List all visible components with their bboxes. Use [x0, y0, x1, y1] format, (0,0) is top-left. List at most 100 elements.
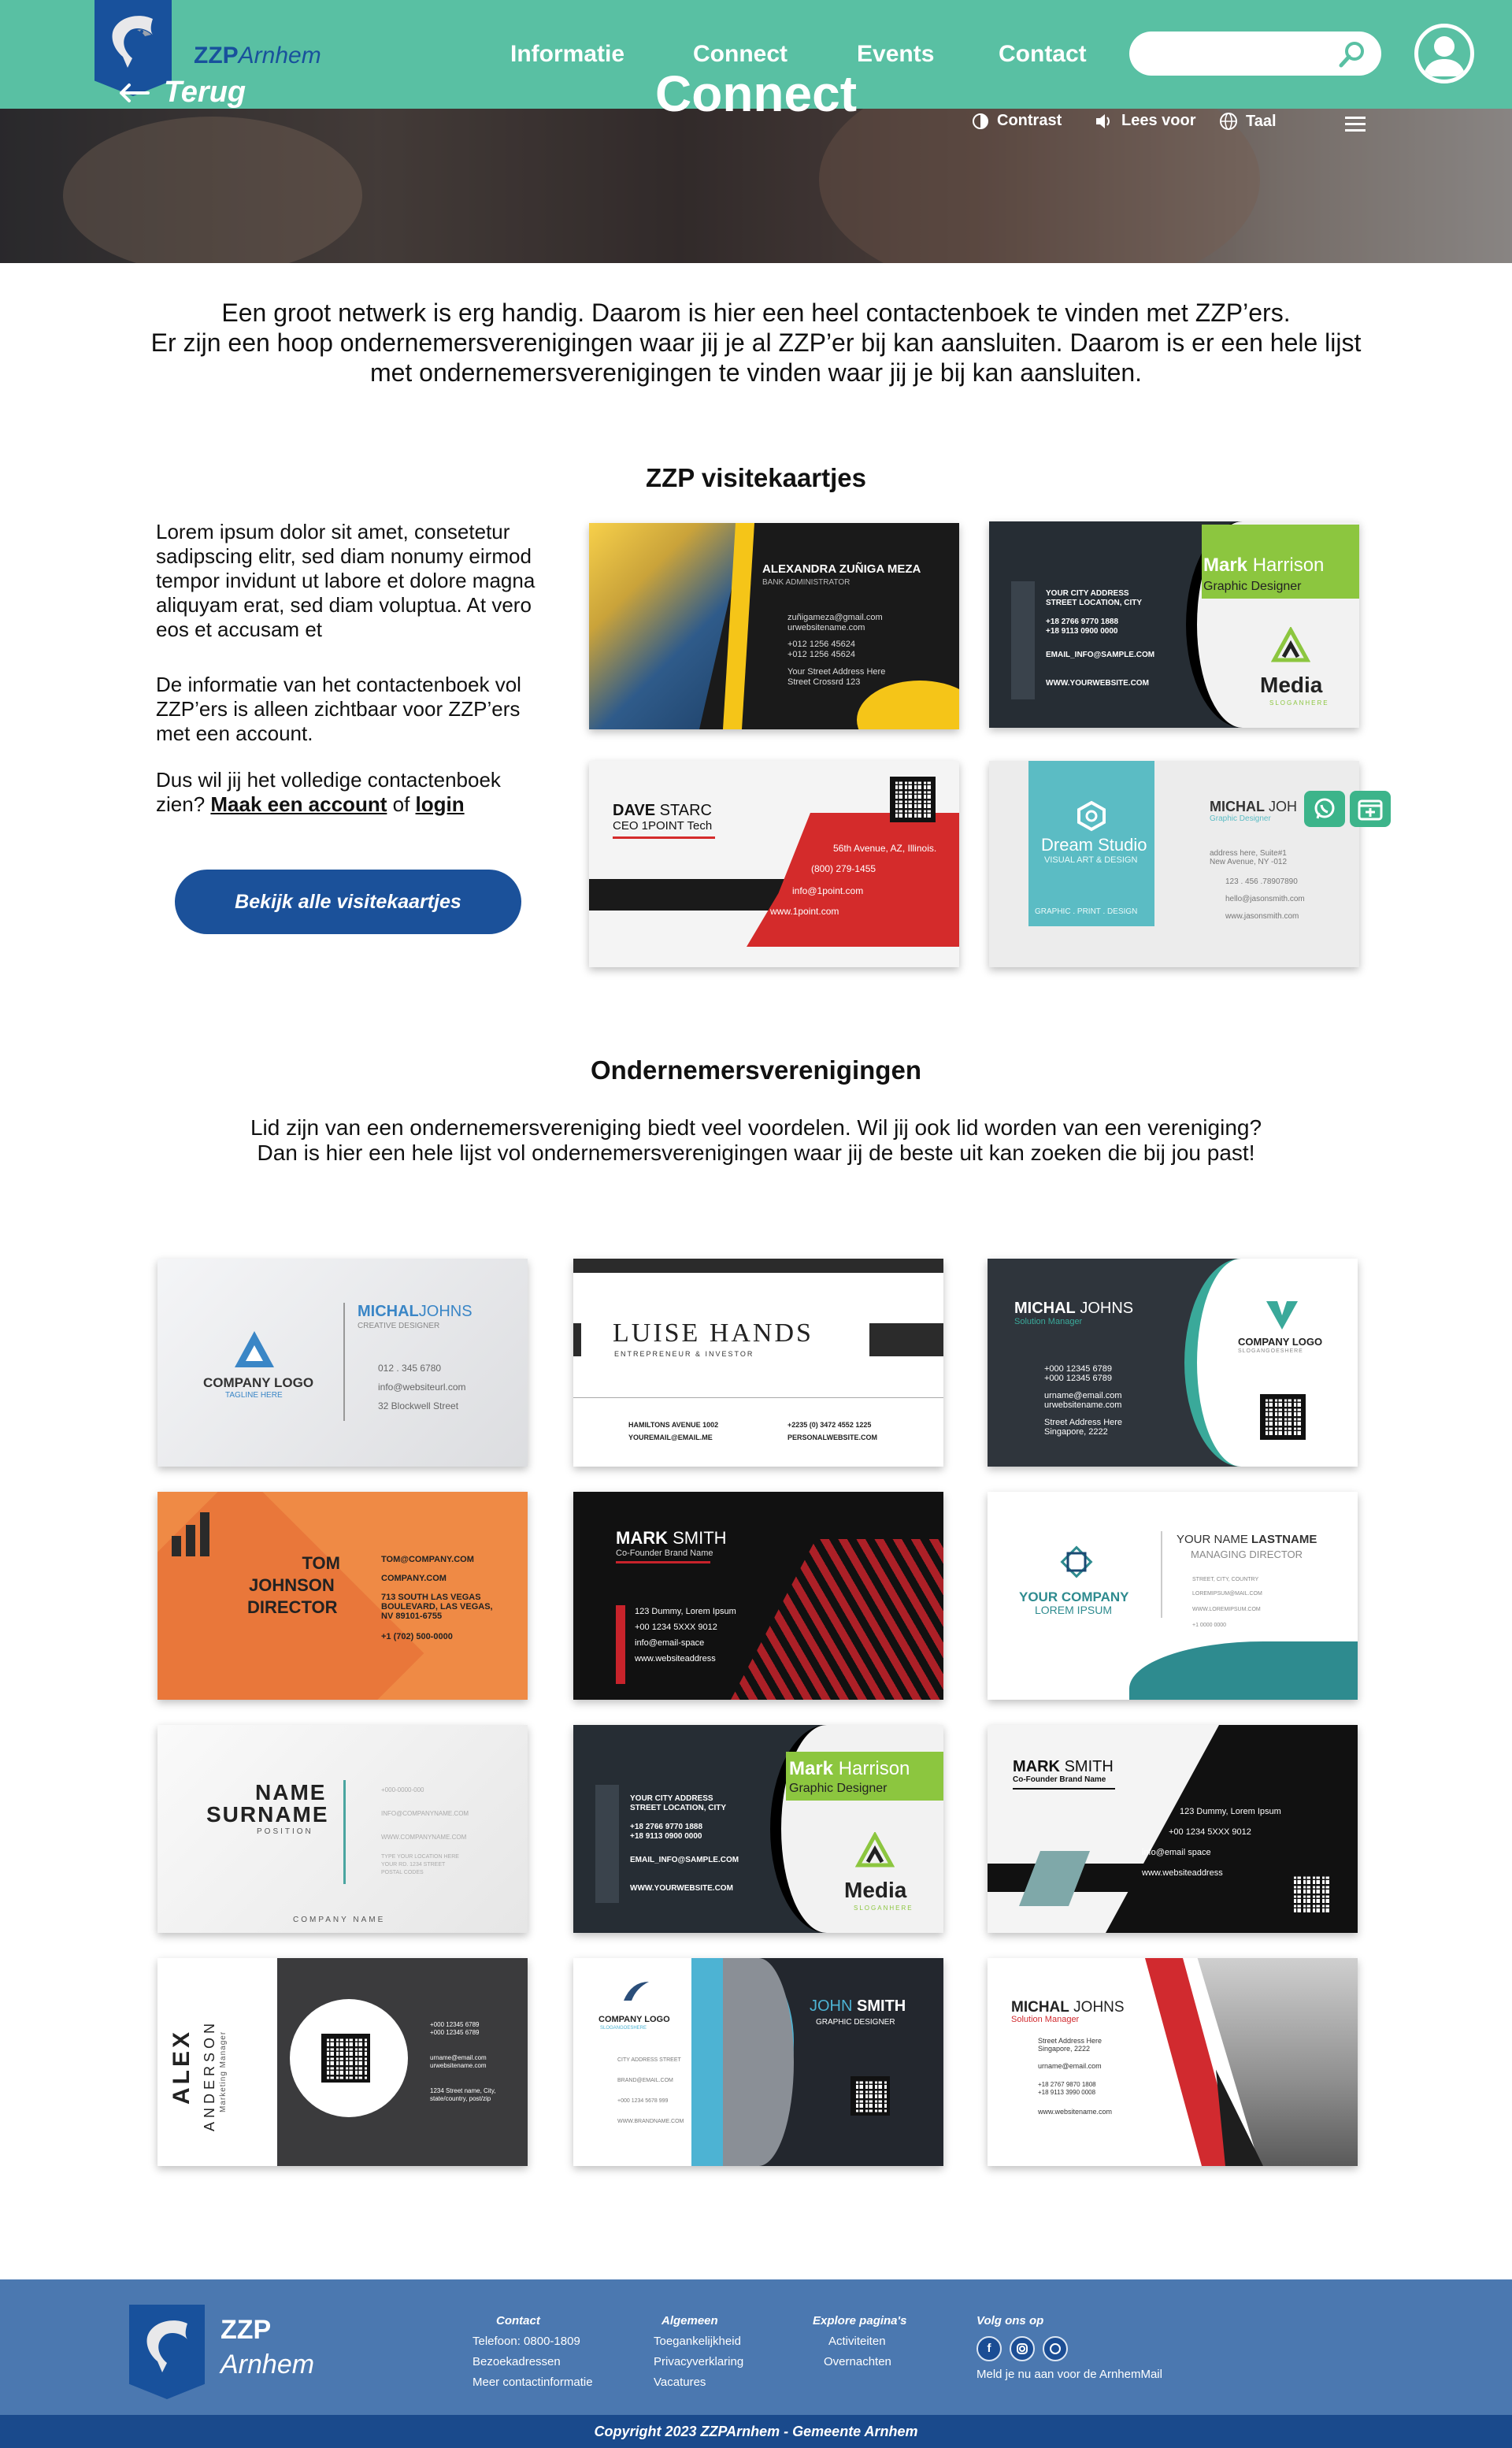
card-role: Co-Founder Brand Name	[1013, 1775, 1106, 1784]
create-account-link[interactable]: Maak een account	[210, 792, 387, 816]
calendar-add-icon	[1358, 799, 1383, 821]
association-card[interactable]: COMPANY LOGO TAGLINE HERE MICHALJOHNS CR…	[158, 1259, 528, 1467]
card-icon-column	[595, 1785, 619, 1903]
card-line: +1 0000 0000	[1192, 1623, 1227, 1628]
card-tagline: SLOGANHERE	[854, 1905, 914, 1912]
whatsapp-icon	[1314, 798, 1335, 819]
company-logo-icon	[235, 1331, 274, 1367]
whatsapp-icon[interactable]	[1043, 2336, 1068, 2361]
card-line: +18 2766 9770 1888	[630, 1823, 703, 1831]
business-card[interactable]: DAVE STARC CEO 1POINT Tech 56th Avenue, …	[589, 761, 959, 967]
card-line: +012 1256 45624	[788, 650, 855, 659]
association-card[interactable]: COMPANY LOGO SLOGANGOESHERE MICHAL JOHNS…	[988, 1259, 1358, 1467]
qr-code	[850, 2076, 890, 2116]
card-line: www.jasonsmith.com	[1225, 912, 1299, 921]
business-card[interactable]: Mark Harrison Graphic Designer YOUR CITY…	[989, 521, 1359, 728]
card-line: urwebsitename.com	[788, 623, 865, 632]
card-role: Graphic Designer	[1203, 580, 1302, 593]
nav-connect[interactable]: Connect	[693, 41, 788, 68]
add-event-button[interactable]	[1350, 791, 1391, 827]
association-card[interactable]: COMPANY LOGO SLOGANGOESHERE JOHN SMITH G…	[573, 1958, 943, 2166]
card-line: +1 (702) 500-0000	[381, 1632, 453, 1641]
card-name: Mark Harrison	[1203, 555, 1325, 576]
card-name: MARK SMITH	[616, 1528, 727, 1548]
hero-overlay	[0, 109, 1512, 263]
card-role: DIRECTOR	[247, 1597, 338, 1617]
footer-link[interactable]: Overnachten	[813, 2352, 906, 2372]
company-logo-icon	[1266, 1301, 1298, 1330]
card-line: +2235 (0) 3472 4552 1225	[788, 1421, 872, 1429]
association-card[interactable]: LUISE HANDS ENTREPRENEUR & INVESTOR HAMI…	[573, 1259, 943, 1467]
card-name: MICHAL JOH	[1210, 799, 1298, 814]
card-name: YOUR NAME LASTNAME	[1177, 1533, 1317, 1546]
eagle-icon	[146, 2320, 187, 2372]
card-role: Solution Manager	[1014, 1317, 1083, 1326]
association-card[interactable]: MARK SMITH Co-Founder Brand Name 123 Dum…	[573, 1492, 943, 1700]
footer-logo-text[interactable]: ZZP Arnhem	[220, 2313, 314, 2382]
footer-link[interactable]: Activiteiten	[813, 2331, 906, 2352]
card-name: MICHAL JOHNS	[1014, 1300, 1134, 1317]
business-card[interactable]: ALEXANDRA ZUÑIGA MEZA BANK ADMINISTRATOR…	[589, 523, 959, 729]
search-icon[interactable]	[1339, 41, 1366, 68]
floating-actions	[1304, 791, 1391, 827]
association-card[interactable]: MARK SMITH Co-Founder Brand Name 123 Dum…	[988, 1725, 1358, 1933]
footer-link[interactable]: Meer contactinformatie	[472, 2372, 593, 2393]
qr-code	[321, 2034, 370, 2083]
whatsapp-glyph	[1050, 2343, 1061, 2354]
footer-link[interactable]: Toegankelijkheid	[654, 2331, 743, 2352]
card-line: EMAIL_INFO@SAMPLE.COM	[1046, 651, 1155, 659]
card-line: Singapore, 2222	[1038, 2045, 1091, 2053]
card-line: PERSONALWEBSITE.COM	[788, 1434, 878, 1441]
card-role: ENTREPRENEUR & INVESTOR	[614, 1350, 754, 1358]
card-line: +00 1234 5XXX 9012	[635, 1623, 717, 1632]
card-tagline: SLOGANGOESHERE	[1238, 1348, 1303, 1354]
newsletter-link[interactable]: Meld je nu aan voor de ArnhemMail	[976, 2365, 1162, 2385]
cta-text: of	[392, 792, 410, 816]
card-line: HAMILTONS AVENUE 1002	[628, 1421, 719, 1429]
card-name: MICHALJOHNS	[358, 1303, 472, 1320]
association-card[interactable]: Mark Harrison Graphic Designer YOUR CITY…	[573, 1725, 943, 1933]
account-info-paragraph: De informatie van het contactenboek vol …	[156, 673, 521, 745]
card-line: urname@email.com	[1038, 2062, 1102, 2070]
card-line: COMPANY.COM	[381, 1574, 447, 1583]
footer-link[interactable]: Privacyverklaring	[654, 2352, 743, 2372]
login-link[interactable]: login	[416, 792, 465, 816]
footer-phone[interactable]: Telefoon: 0800-1809	[472, 2331, 593, 2352]
footer-logo-shield[interactable]	[129, 2305, 205, 2399]
card-name: ALEXANDRA ZUÑIGA MEZA	[762, 562, 921, 576]
card-sub: VISUAL ART & DESIGN	[1044, 855, 1138, 865]
card-line: 123 . 456 .78907890	[1225, 877, 1298, 886]
association-card[interactable]: MICHAL JOHNS Solution Manager Street Add…	[988, 1958, 1358, 2166]
page: ZZP Arnhem Informatie Connect Events Cont…	[0, 0, 1512, 2448]
nav-events[interactable]: Events	[857, 41, 934, 68]
footer-link[interactable]: Vacatures	[654, 2372, 743, 2393]
card-line: Street Crossrd 123	[788, 677, 861, 687]
association-card[interactable]: TOM JOHNSON DIRECTOR TOM@COMPANY.COM COM…	[158, 1492, 528, 1700]
card-line: state/country, post/zip	[430, 2095, 491, 2102]
footer-logo-italic: Arnhem	[220, 2350, 315, 2379]
card-line: +18 2767 9870 1808	[1038, 2081, 1096, 2088]
card-line: CITY ADDRESS STREET	[617, 2057, 681, 2063]
association-card[interactable]: YOUR COMPANY LOREM IPSUM YOUR NAME LASTN…	[988, 1492, 1358, 1700]
card-name: JOHN SMITH	[810, 1997, 906, 2015]
lorem-paragraph: Lorem ipsum dolor sit amet, consetetur s…	[156, 520, 536, 641]
association-card[interactable]: ALEX ANDERSON Marketing Manager +000 123…	[158, 1958, 528, 2166]
card-logo-text: COMPANY LOGO	[1238, 1336, 1323, 1348]
card-line: WWW.COMPANYNAME.COM	[381, 1834, 467, 1841]
card-icon-column	[1011, 581, 1035, 699]
nav-informatie[interactable]: Informatie	[510, 41, 624, 68]
card-footer: GRAPHIC . PRINT . DESIGN	[1035, 907, 1138, 916]
association-card[interactable]: NAME SURNAME POSITION +000-0000-000 INFO…	[158, 1725, 528, 1933]
company-logo-icon	[624, 1982, 649, 2001]
card-band	[573, 1323, 581, 1356]
whatsapp-button[interactable]	[1304, 791, 1345, 827]
view-all-cards-button[interactable]: Bekijk alle visitekaartjes	[175, 870, 521, 934]
instagram-icon[interactable]	[1010, 2336, 1035, 2361]
footer-link[interactable]: Bezoekadressen	[472, 2352, 593, 2372]
card-line: Street Address Here	[1044, 1418, 1123, 1427]
card-role: Solution Manager	[1011, 2015, 1080, 2024]
card-brand: Media	[844, 1878, 907, 1902]
nav-contact[interactable]: Contact	[999, 41, 1087, 68]
facebook-icon[interactable]: f	[976, 2336, 1002, 2361]
card-name: DAVE STARC	[613, 802, 712, 819]
